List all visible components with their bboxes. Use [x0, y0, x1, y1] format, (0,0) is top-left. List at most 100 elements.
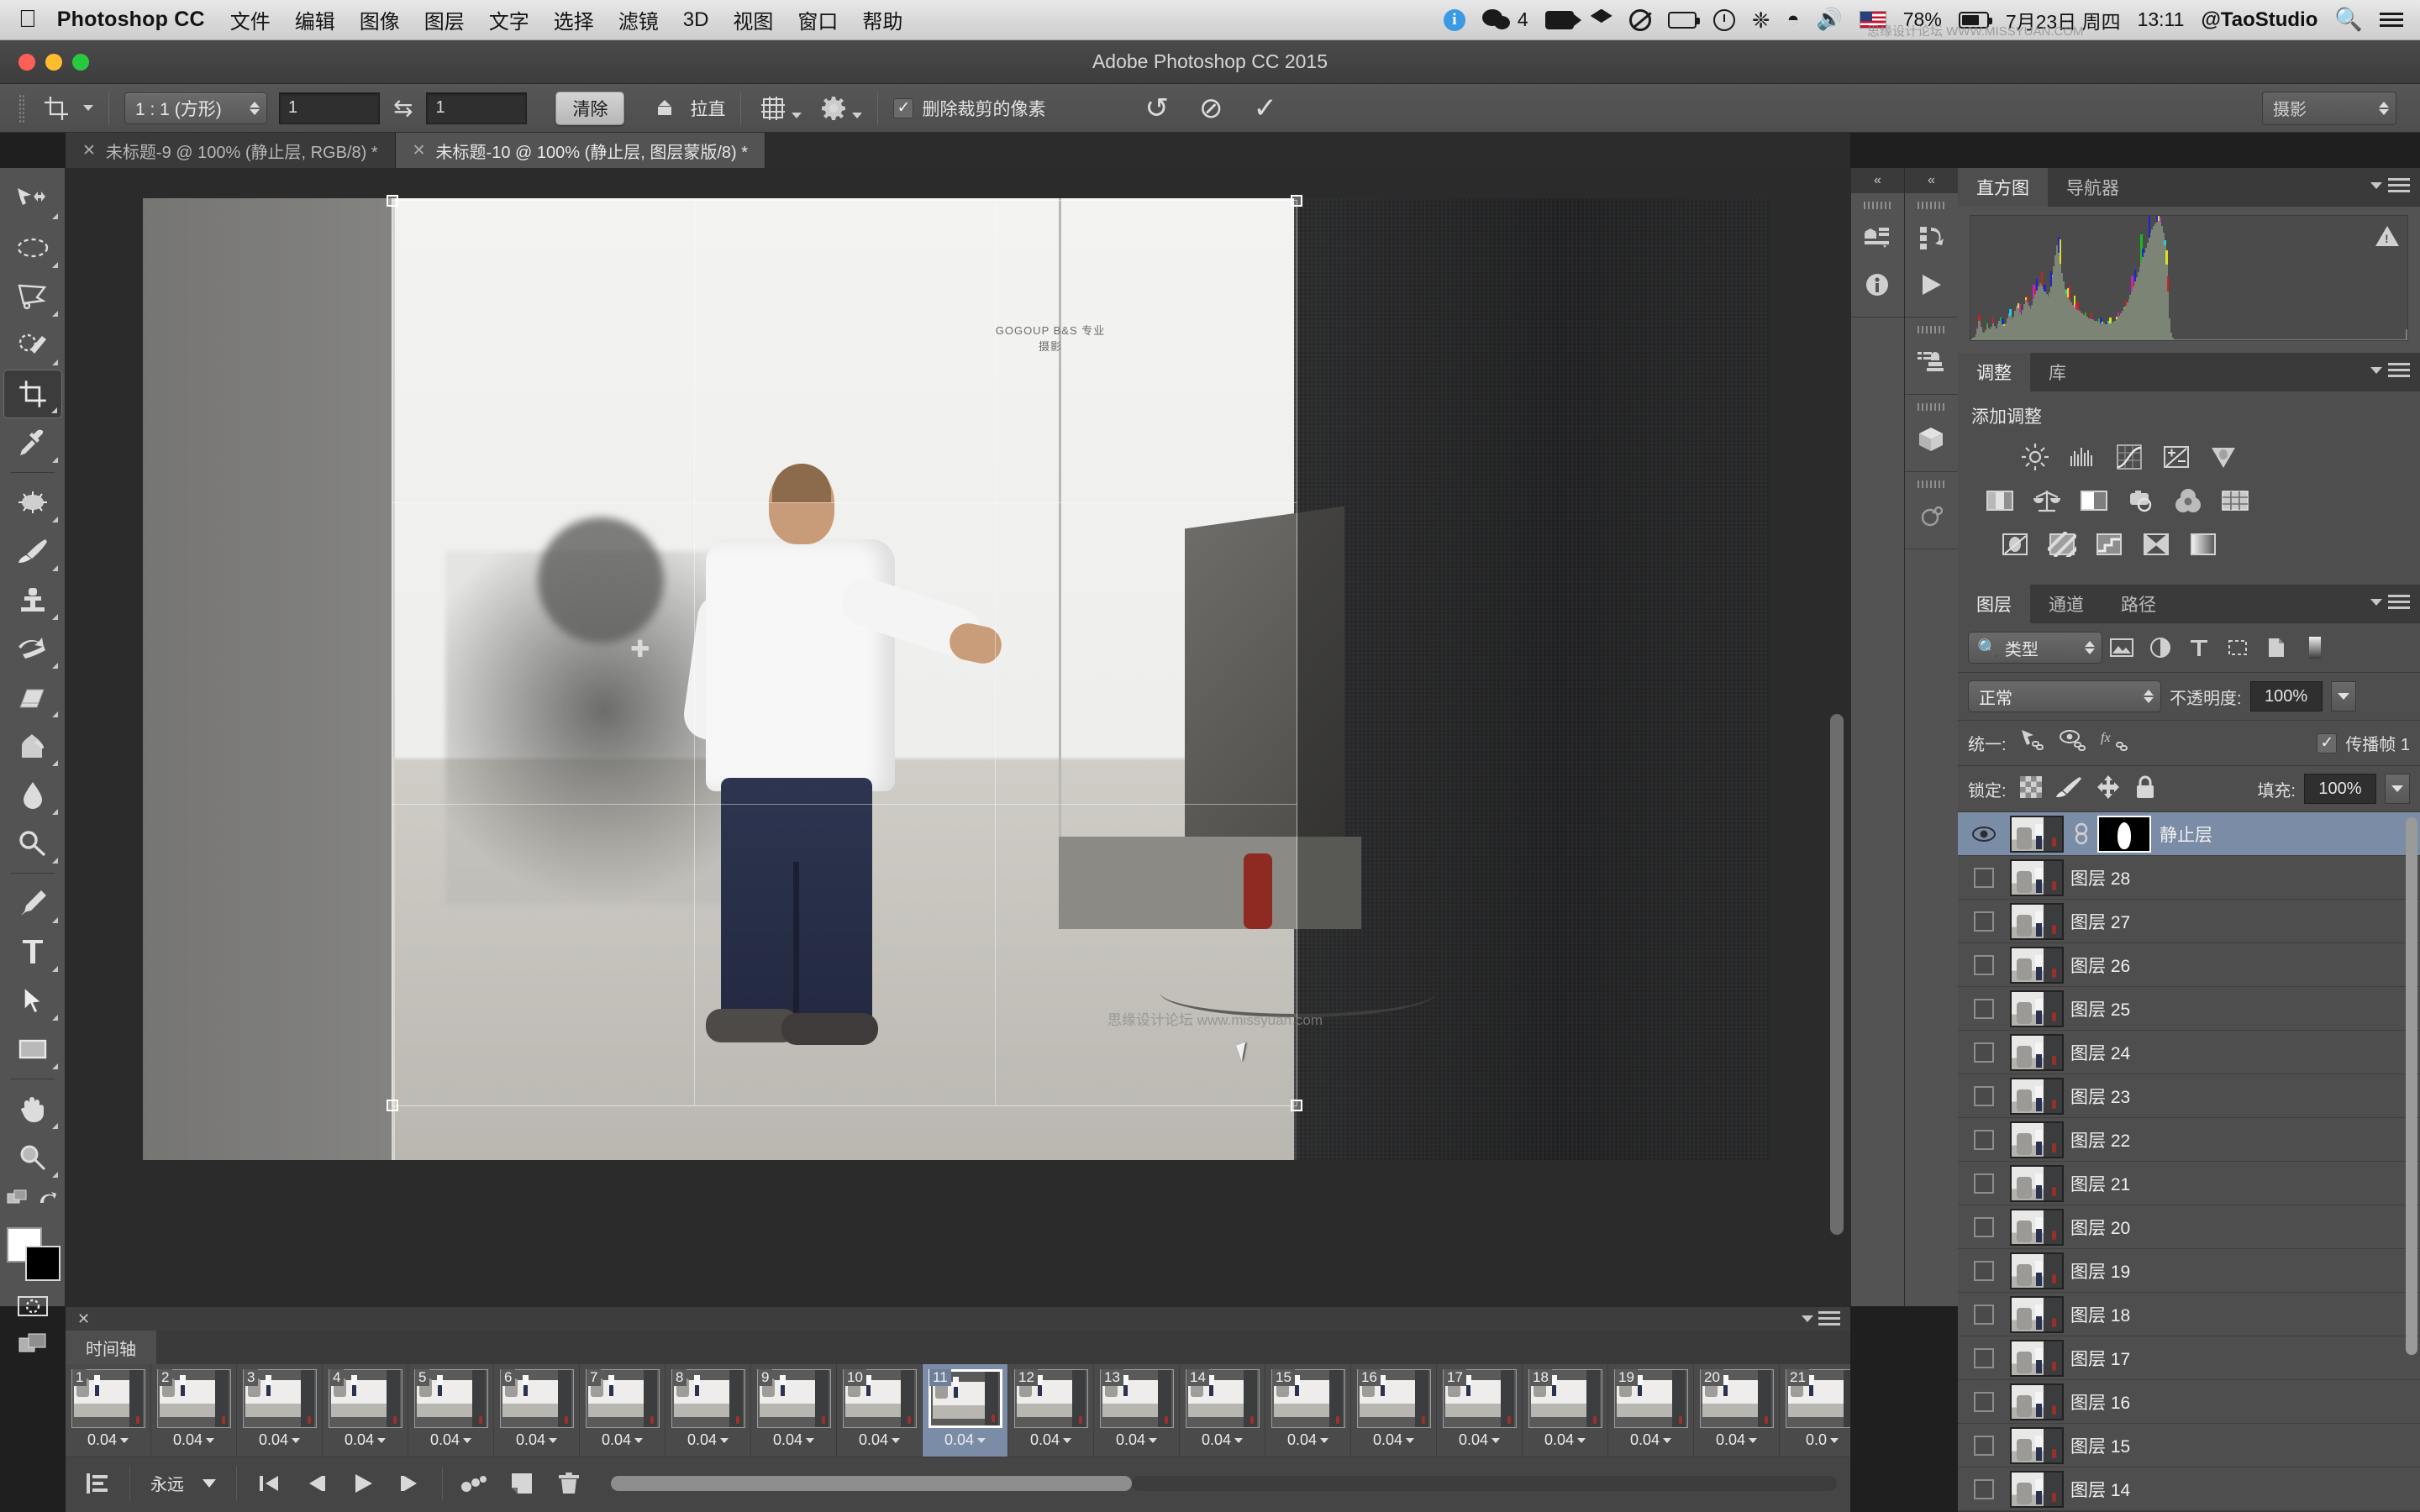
crop-handle-bl[interactable]	[387, 1100, 398, 1111]
elliptical-marquee-tool[interactable]	[3, 223, 62, 272]
canvas-vertical-scrollbar[interactable]	[1830, 714, 1844, 1235]
stepper-icon[interactable]	[2379, 102, 2389, 115]
path-selection-tool[interactable]	[3, 976, 62, 1025]
measure-icon[interactable]	[1905, 493, 1957, 540]
tab-paths[interactable]: 路径	[2102, 585, 2175, 623]
timeline-frame[interactable]: 140.04	[1180, 1364, 1265, 1457]
collapse-icon[interactable]: «	[1905, 168, 1958, 193]
menu-item-select[interactable]: 选择	[554, 5, 594, 34]
collapse-icon[interactable]: «	[1851, 168, 1904, 193]
warning-icon[interactable]	[2375, 226, 2399, 246]
layer-filter-kind-select[interactable]: 🔍 类型	[1968, 632, 2102, 664]
tab-channels[interactable]: 通道	[2030, 585, 2102, 623]
layer-thumbnail[interactable]	[2010, 1078, 2064, 1115]
layer-thumbnail[interactable]	[2010, 859, 2064, 896]
hue-saturation-icon[interactable]	[1983, 484, 2017, 517]
table-row[interactable]: 图层 25	[1958, 987, 2420, 1031]
panel-menu-icon[interactable]	[2370, 178, 2410, 193]
crop-tool[interactable]	[3, 370, 62, 418]
lasso-tool[interactable]	[3, 272, 62, 321]
filter-toggle-icon[interactable]	[2296, 632, 2334, 664]
layer-visibility-empty-icon[interactable]	[1958, 1479, 2010, 1499]
table-row[interactable]: 图层 18	[1958, 1293, 2420, 1336]
selective-color-icon[interactable]	[2139, 528, 2173, 561]
layer-list[interactable]: 静止层图层 28图层 27图层 26图层 25图层 24图层 23图层 22图层…	[1958, 812, 2420, 1511]
menu-item-view[interactable]: 视图	[733, 5, 773, 34]
pen-tool[interactable]	[3, 879, 62, 927]
layer-visibility-empty-icon[interactable]	[1958, 1173, 2010, 1194]
lock-transparency-icon[interactable]	[2020, 776, 2042, 802]
mask-link-icon[interactable]	[2070, 820, 2092, 848]
wifi-icon[interactable]: ◓	[1787, 9, 1800, 30]
menu-item-filter[interactable]: 滤镜	[618, 5, 659, 34]
layer-thumbnail[interactable]	[2010, 1296, 2064, 1333]
type-layer-filter-icon[interactable]	[2180, 632, 2218, 664]
overlay-caret-icon[interactable]	[792, 113, 802, 118]
layer-thumbnail[interactable]	[2010, 990, 2064, 1027]
canvas-area[interactable]: GOGOUP B&S 专业摄影	[66, 168, 1850, 1306]
layer-visibility-empty-icon[interactable]	[1958, 1042, 2010, 1063]
layer-thumbnail[interactable]	[2010, 1034, 2064, 1071]
layer-thumbnail[interactable]	[2010, 1340, 2064, 1377]
layer-thumbnail[interactable]	[2010, 1209, 2064, 1246]
healing-brush-tool[interactable]	[3, 478, 62, 527]
gear-caret-icon[interactable]	[852, 113, 862, 118]
frame-delay[interactable]: 0.04	[1013, 1431, 1088, 1449]
frame-delay[interactable]: 0.04	[1185, 1431, 1260, 1449]
lock-position-icon[interactable]	[2096, 774, 2121, 804]
commit-check-icon[interactable]: ✓	[1254, 94, 1278, 123]
frame-delay[interactable]: 0.04	[1699, 1431, 1774, 1449]
crop-overlay[interactable]: ✚	[143, 198, 1769, 1160]
frame-delay[interactable]: 0.04	[1613, 1431, 1688, 1449]
frame-delay[interactable]: 0.04	[71, 1431, 145, 1449]
timeline-frame[interactable]: 120.04	[1008, 1364, 1094, 1457]
edit-toolbar-icon[interactable]	[7, 1189, 30, 1212]
menu-item-help[interactable]: 帮助	[862, 5, 902, 34]
menu-item-3d[interactable]: 3D	[683, 8, 709, 32]
next-frame-icon[interactable]	[387, 1465, 434, 1502]
table-row[interactable]: 图层 19	[1958, 1249, 2420, 1293]
adjustment-layer-filter-icon[interactable]	[2141, 632, 2180, 664]
brush-tool[interactable]	[3, 527, 62, 575]
play-icon[interactable]	[339, 1465, 387, 1502]
timeline-frame[interactable]: 170.04	[1437, 1364, 1523, 1457]
channel-mixer-icon[interactable]	[2171, 484, 2205, 517]
photo-filter-icon[interactable]	[2124, 484, 2158, 517]
gear-icon[interactable]	[817, 92, 850, 125]
layer-thumbnail[interactable]	[2010, 1165, 2064, 1202]
loop-select[interactable]: 永远	[139, 1471, 228, 1495]
close-icon[interactable]: ✕	[82, 141, 96, 160]
document-tab-1[interactable]: ✕ 未标题-9 @ 100% (静止层, RGB/8) *	[66, 133, 396, 168]
apple-logo-icon[interactable]: 	[18, 8, 37, 32]
camera-icon[interactable]	[1545, 11, 1574, 29]
layer-visibility-empty-icon[interactable]	[1958, 955, 2010, 975]
quick-selection-tool[interactable]	[3, 321, 62, 370]
frame-delay[interactable]: 0.04	[1356, 1431, 1431, 1449]
blur-tool[interactable]	[3, 770, 62, 819]
crop-overlay-grid-icon[interactable]	[756, 92, 790, 125]
eyedropper-tool[interactable]	[3, 418, 62, 467]
stepper-icon[interactable]	[250, 102, 260, 115]
dropbox-icon[interactable]	[1591, 9, 1612, 31]
unify-position-icon[interactable]	[2018, 728, 2047, 758]
frame-delay[interactable]: 0.04	[756, 1431, 831, 1449]
quick-mask-icon[interactable]	[3, 1288, 62, 1325]
timeline-frame[interactable]: 180.04	[1523, 1364, 1608, 1457]
brightness-contrast-icon[interactable]	[2018, 440, 2052, 474]
timeline-frame[interactable]: 190.04	[1608, 1364, 1694, 1457]
convert-to-video-timeline-icon[interactable]	[74, 1465, 121, 1502]
fill-value[interactable]: 100%	[2304, 774, 2376, 804]
timeline-frame[interactable]: 80.04	[666, 1364, 751, 1457]
timeline-frame[interactable]: 150.04	[1265, 1364, 1351, 1457]
threshold-icon[interactable]	[2092, 528, 2126, 561]
layer-visibility-empty-icon[interactable]	[1958, 1261, 2010, 1281]
timeline-frame[interactable]: 200.04	[1694, 1364, 1780, 1457]
crop-selection-box[interactable]	[392, 200, 1297, 1106]
table-row[interactable]: 图层 16	[1958, 1380, 2420, 1424]
table-row[interactable]: 图层 26	[1958, 943, 2420, 987]
vibrance-icon[interactable]	[2207, 440, 2240, 474]
tween-frames-icon[interactable]	[451, 1465, 498, 1502]
tab-timeline[interactable]: 时间轴	[66, 1331, 156, 1364]
pixel-layer-filter-icon[interactable]	[2102, 632, 2141, 664]
lock-image-icon[interactable]	[2055, 775, 2082, 803]
